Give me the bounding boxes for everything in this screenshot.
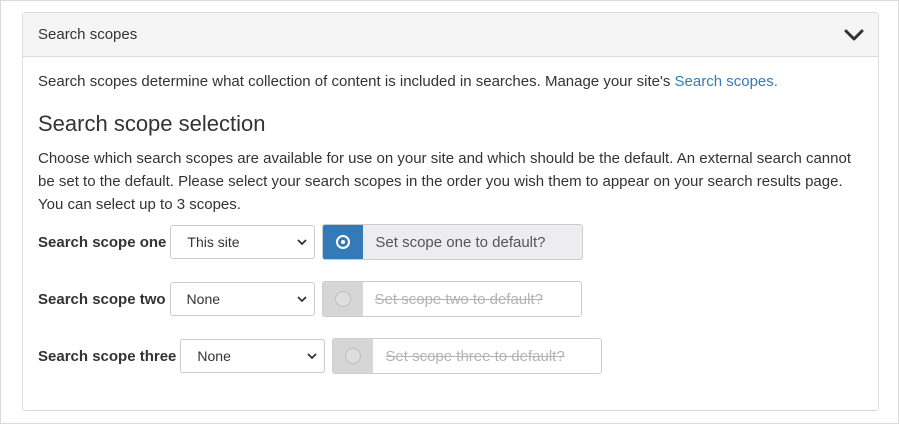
section-description: Choose which search scopes are available… bbox=[38, 150, 851, 213]
scope-two-select[interactable]: None bbox=[169, 282, 315, 316]
scope-one-default-label: Set scope one to default? bbox=[363, 225, 583, 259]
scope-one-select-value: This site bbox=[187, 234, 240, 250]
scope-two-label: Search scope two bbox=[38, 290, 166, 308]
caret-down-icon bbox=[307, 352, 318, 360]
scope-two-default-toggle: Set scope two to default? bbox=[321, 281, 582, 317]
radio-unchecked-icon bbox=[334, 291, 351, 307]
scope-two-select-value: None bbox=[186, 291, 221, 307]
panel-header[interactable]: Search scopes bbox=[23, 13, 878, 57]
scope-row-two: Search scope two None Set scope two to d… bbox=[38, 281, 863, 317]
scope-one-label: Search scope one bbox=[38, 233, 167, 251]
scope-three-default-label: Set scope three to default? bbox=[373, 339, 602, 373]
panel-body: Search scopes determine what collection … bbox=[23, 57, 878, 374]
scope-two-default-radio bbox=[322, 282, 363, 316]
scope-two-default-label: Set scope two to default? bbox=[362, 282, 581, 316]
caret-down-icon bbox=[296, 295, 307, 303]
scope-three-default-radio bbox=[333, 339, 374, 373]
scope-three-label: Search scope three bbox=[38, 347, 177, 365]
scope-one-select[interactable]: This site bbox=[170, 225, 316, 259]
panel-title: Search scopes bbox=[38, 26, 138, 43]
scope-row-three: Search scope three None Set scope three … bbox=[38, 338, 863, 374]
radio-checked-icon bbox=[336, 235, 351, 249]
scope-three-select[interactable]: None bbox=[180, 339, 326, 373]
scope-three-select-value: None bbox=[197, 348, 231, 364]
search-scopes-panel: Search scopes Search scopes determine wh… bbox=[22, 12, 879, 411]
section-title: Search scope selection bbox=[38, 111, 266, 136]
intro-text: Search scopes determine what collection … bbox=[38, 72, 863, 92]
intro-sentence: Search scopes determine what collection … bbox=[38, 73, 675, 90]
scope-three-default-toggle: Set scope three to default? bbox=[332, 338, 603, 374]
chevron-down-icon[interactable] bbox=[844, 28, 864, 42]
scope-one-default-radio[interactable] bbox=[323, 225, 364, 259]
search-scopes-link[interactable]: Search scopes. bbox=[675, 73, 778, 90]
scope-row-one: Search scope one This site Set scope one… bbox=[38, 224, 863, 260]
scope-one-default-toggle[interactable]: Set scope one to default? bbox=[322, 224, 584, 260]
radio-unchecked-icon bbox=[345, 348, 362, 364]
caret-down-icon bbox=[297, 238, 308, 246]
